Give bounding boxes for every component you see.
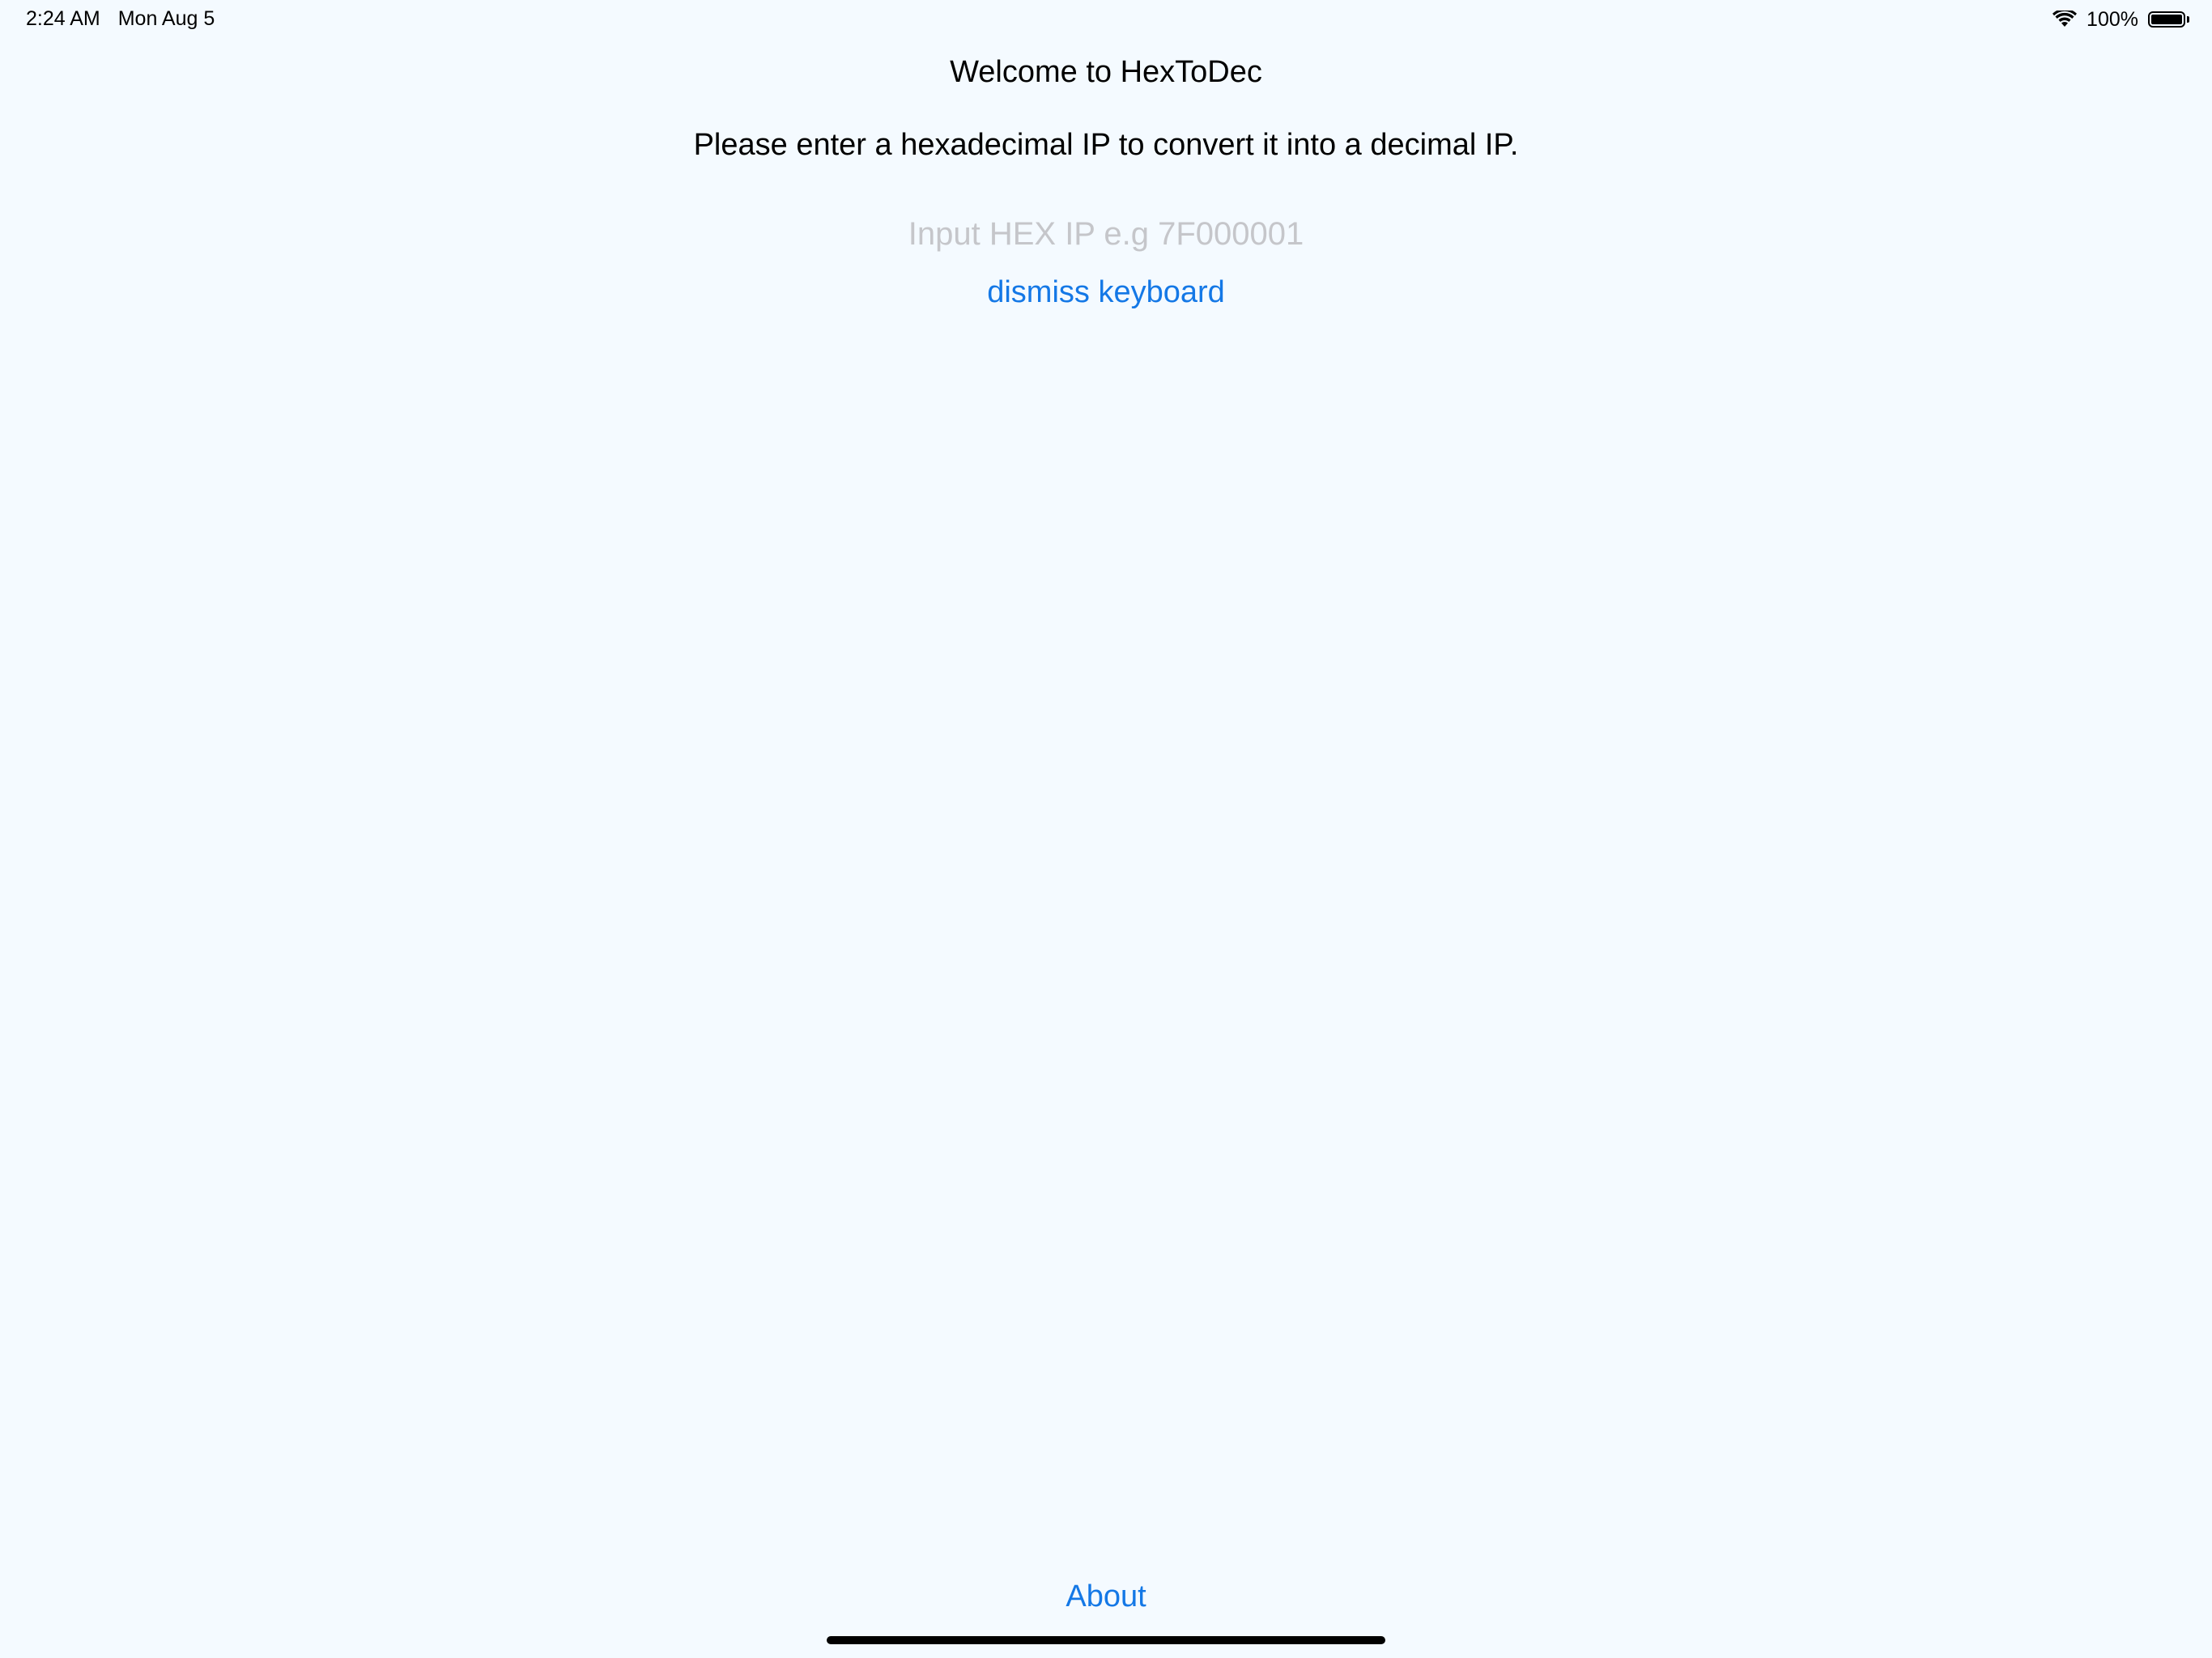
wifi-icon <box>2052 11 2078 28</box>
page-title: Welcome to HexToDec <box>950 55 1262 89</box>
status-date: Mon Aug 5 <box>117 7 215 30</box>
battery-nub <box>2187 16 2189 23</box>
status-left: 2:24 AM Mon Aug 5 <box>26 7 215 31</box>
about-button[interactable]: About <box>1025 1575 1187 1618</box>
battery-fill <box>2151 15 2182 24</box>
status-bar: 2:24 AM Mon Aug 5 100% <box>0 0 2212 37</box>
battery-percent: 100% <box>2087 7 2138 31</box>
status-time: 2:24 AM <box>26 7 100 30</box>
hex-ip-input[interactable] <box>782 209 1430 259</box>
battery-body <box>2148 11 2185 28</box>
battery-icon <box>2148 11 2189 28</box>
status-right: 100% <box>2052 6 2189 32</box>
dismiss-keyboard-button[interactable]: dismiss keyboard <box>944 270 1268 314</box>
instructions-text: Please enter a hexadecimal IP to convert… <box>693 128 1519 162</box>
home-indicator[interactable] <box>827 1636 1385 1644</box>
